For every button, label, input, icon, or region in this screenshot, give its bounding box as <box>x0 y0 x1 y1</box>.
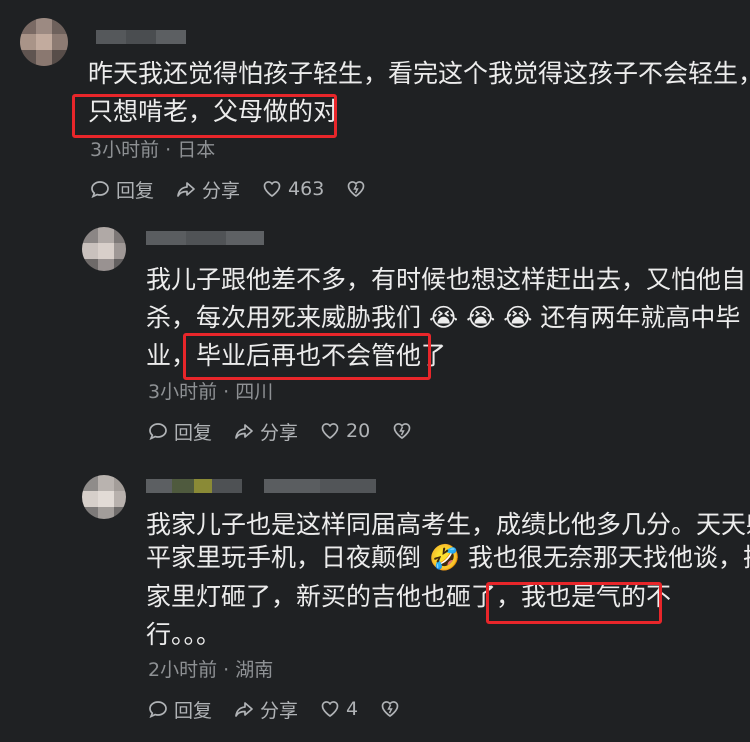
comment-actions: 回复 分享 20 <box>148 416 440 446</box>
like-button[interactable]: 20 <box>320 420 370 442</box>
username[interactable] <box>146 231 264 245</box>
comment-actions: 回复 分享 4 <box>148 694 428 724</box>
avatar[interactable] <box>20 18 68 66</box>
comment-1: 昨天我还觉得怕孩子轻生，看完这个我觉得这孩子不会轻生， 只想啃老，父母做的对 3… <box>0 0 750 215</box>
dislike-icon <box>393 423 411 439</box>
comment-3: 我家儿子也是这样同届高考生，成绩比他多几分。天天躺 平家里玩手机，日夜颠倒 🤣 … <box>0 465 750 742</box>
comment-text-line: 杀，每次用死来威胁我们 😭 😭 😭 还有两年就高中毕 <box>146 303 741 332</box>
highlight-box <box>72 94 337 138</box>
reply-label: 回复 <box>174 421 213 444</box>
comment-2: 我儿子跟他差不多，有时候也想这样赶出去，又怕他自 杀，每次用死来威胁我们 😭 😭… <box>0 215 750 465</box>
dislike-button[interactable] <box>380 699 406 719</box>
like-button[interactable]: 4 <box>320 698 358 720</box>
share-icon <box>235 702 253 717</box>
reply-icon <box>149 423 167 441</box>
dislike-icon <box>347 181 365 197</box>
username[interactable] <box>96 30 186 44</box>
highlight-box <box>183 333 431 380</box>
avatar[interactable] <box>82 227 126 271</box>
reply-button[interactable]: 回复 <box>90 176 154 203</box>
heart-icon <box>321 423 339 439</box>
reply-label: 回复 <box>116 179 155 202</box>
like-button[interactable]: 463 <box>262 178 324 200</box>
dislike-button[interactable] <box>392 421 418 441</box>
reply-icon <box>149 701 167 719</box>
reply-icon <box>91 181 109 199</box>
reply-button[interactable]: 回复 <box>148 696 212 723</box>
share-label: 分享 <box>260 699 299 722</box>
like-count: 20 <box>346 420 371 442</box>
heart-icon <box>263 181 281 197</box>
username[interactable] <box>146 479 376 493</box>
share-button[interactable]: 分享 <box>176 176 240 203</box>
share-label: 分享 <box>202 179 241 202</box>
share-label: 分享 <box>260 421 299 444</box>
comment-text-line: 昨天我还觉得怕孩子轻生，看完这个我觉得这孩子不会轻生， <box>88 59 750 88</box>
comment-actions: 回复 分享 463 <box>90 174 394 204</box>
comment-meta: 3小时前 · 日本 <box>90 139 216 161</box>
reply-button[interactable]: 回复 <box>148 418 212 445</box>
avatar[interactable] <box>82 475 126 519</box>
comment-meta: 3小时前 · 四川 <box>148 381 274 403</box>
heart-icon <box>321 701 339 717</box>
comment-text-line: 行。。。 <box>146 620 222 649</box>
dislike-button[interactable] <box>346 179 372 199</box>
highlight-box <box>486 582 662 624</box>
comment-meta: 2小时前 · 湖南 <box>148 659 274 681</box>
comment-text-line: 我儿子跟他差不多，有时候也想这样赶出去，又怕他自 <box>146 265 747 294</box>
like-count: 4 <box>346 698 359 720</box>
share-icon <box>235 424 253 439</box>
comment-text-line: 平家里玩手机，日夜颠倒 🤣 我也很无奈那天找他谈，把 <box>146 543 750 572</box>
share-icon <box>177 182 195 197</box>
dislike-icon <box>381 701 399 717</box>
share-button[interactable]: 分享 <box>234 696 298 723</box>
reply-label: 回复 <box>174 699 213 722</box>
like-count: 463 <box>288 178 325 200</box>
share-button[interactable]: 分享 <box>234 418 298 445</box>
